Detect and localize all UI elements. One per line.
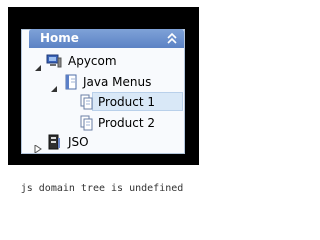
collapsed-arrow-icon[interactable] — [34, 138, 42, 154]
tree-node-label: Apycom — [68, 54, 117, 68]
server-icon — [46, 134, 62, 150]
tree-node-apycom[interactable]: Apycom — [33, 52, 183, 71]
tree-header-title: Home — [40, 31, 79, 45]
tree-node-jso[interactable]: JSO — [33, 133, 183, 154]
tree-node-label: JSO — [68, 135, 89, 149]
document-book-icon — [63, 74, 79, 90]
tree-node-label: Java Menus — [83, 75, 152, 89]
pages-icon — [79, 94, 95, 110]
caption: js domain tree is undefined — [20, 183, 184, 194]
pages-icon — [79, 115, 95, 131]
tree-node-java-menus[interactable]: Java Menus — [33, 73, 183, 92]
computer-icon — [46, 53, 62, 69]
tree-node-label: Product 1 — [98, 95, 156, 109]
tree-node-label: Product 2 — [98, 116, 156, 130]
expanded-arrow-icon[interactable] — [50, 78, 58, 92]
expanded-arrow-icon[interactable] — [34, 57, 42, 71]
tree-header[interactable]: Home — [29, 29, 184, 48]
double-chevron-up-icon[interactable] — [167, 31, 177, 45]
